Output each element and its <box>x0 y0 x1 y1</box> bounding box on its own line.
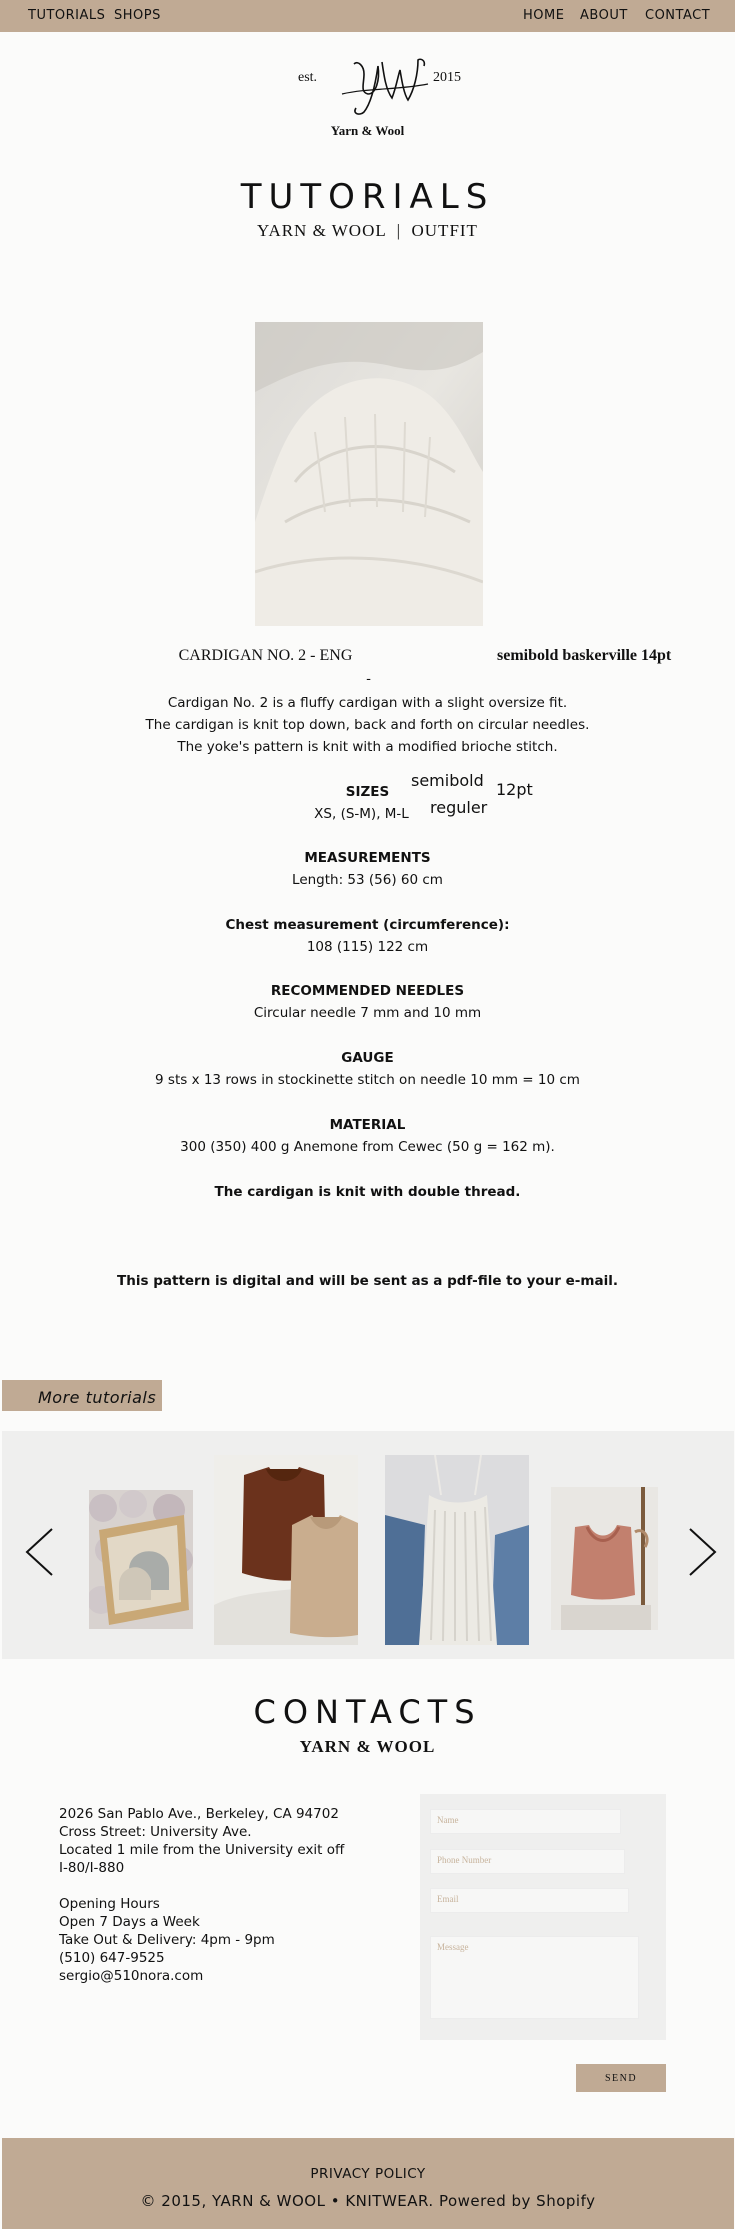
thread-note: The cardigan is knit with double thread. <box>214 1184 521 1200</box>
gauge-label: GAUGE <box>341 1050 394 1066</box>
message-input[interactable]: Message <box>430 1936 639 2019</box>
needles-value: Circular needle 7 mm and 10 mm <box>253 1005 482 1021</box>
nav-about[interactable]: ABOUT <box>580 8 628 23</box>
measurements-value: Length: 53 (56) 60 cm <box>292 872 443 888</box>
hours-days: Open 7 Days a Week <box>59 1914 200 1930</box>
page-subtitle: YARN & WOOL | OUTFIT <box>257 221 478 240</box>
nav-tutorials[interactable]: TUTORIALS <box>28 8 105 23</box>
nav-home[interactable]: HOME <box>523 8 564 23</box>
address-line-2: Cross Street: University Ave. <box>59 1824 252 1840</box>
product-description-1: Cardigan No. 2 is a fluffy cardigan with… <box>167 695 568 711</box>
digital-note: This pattern is digital and will be sent… <box>117 1273 618 1289</box>
sizes-value: XS, (S-M), M-L <box>314 806 409 822</box>
product-description-3: The yoke's pattern is knit with a modifi… <box>177 739 558 755</box>
address-line-4: I-80/I-880 <box>59 1860 125 1876</box>
product-image[interactable] <box>255 322 483 626</box>
top-nav: TUTORIALS SHOPS HOME ABOUT CONTACT <box>0 0 735 32</box>
email-input[interactable]: Email <box>430 1888 629 1913</box>
contacts-subtitle: YARN & WOOL <box>299 1737 436 1756</box>
contact-form: Name Phone Number Email Message <box>420 1794 666 2040</box>
logo-est: est. <box>298 70 318 85</box>
tutorials-carousel <box>2 1431 734 1659</box>
annotation-size: 12pt <box>496 780 533 799</box>
contact-email[interactable]: sergio@510nora.com <box>59 1967 344 1985</box>
contact-info: 2026 San Pablo Ave., Berkeley, CA 94702 … <box>59 1805 344 1985</box>
address-line-3: Located 1 mile from the University exit … <box>59 1842 345 1858</box>
carousel-item-4[interactable] <box>551 1487 658 1630</box>
name-input[interactable]: Name <box>430 1809 621 1834</box>
hours-delivery: Take Out & Delivery: 4pm - 9pm <box>59 1932 275 1948</box>
annotation-regular: reguler <box>430 798 488 817</box>
annotation-title-font: semibold baskerville 14pt <box>497 647 672 664</box>
logo-year: 2015 <box>433 70 461 85</box>
phone-input[interactable]: Phone Number <box>430 1849 625 1874</box>
logo-monogram-icon[interactable] <box>338 50 430 120</box>
page-title: TUTORIALS <box>240 177 495 217</box>
product-dash: - <box>366 671 371 687</box>
nav-contact[interactable]: CONTACT <box>645 8 710 23</box>
gauge-value: 9 sts x 13 rows in stockinette stitch on… <box>155 1072 580 1088</box>
copyright: © 2015, YARN & WOOL • KNITWEAR. Powered … <box>140 2192 596 2210</box>
hours-title: Opening Hours <box>59 1896 160 1912</box>
carousel-item-1[interactable] <box>89 1490 193 1629</box>
footer: PRIVACY POLICY © 2015, YARN & WOOL • KNI… <box>2 2138 734 2229</box>
logo-brand: Yarn & Wool <box>330 123 405 138</box>
contact-phone[interactable]: (510) 647-9525 <box>59 1949 344 1967</box>
carousel-item-3[interactable] <box>385 1455 529 1645</box>
annotation-semibold: semibold <box>411 771 484 790</box>
chest-value: 108 (115) 122 cm <box>306 939 429 955</box>
chevron-left-icon[interactable] <box>24 1527 54 1577</box>
chest-label: Chest measurement (circumference): <box>225 917 510 933</box>
needles-label: RECOMMENDED NEEDLES <box>270 983 465 999</box>
material-value: 300 (350) 400 g Anemone from Cewec (50 g… <box>180 1139 555 1155</box>
chevron-right-icon[interactable] <box>688 1527 718 1577</box>
material-label: MATERIAL <box>329 1117 406 1133</box>
sizes-label: SIZES <box>345 784 390 800</box>
measurements-label: MEASUREMENTS <box>304 850 431 866</box>
nav-shops[interactable]: SHOPS <box>114 8 161 23</box>
address-line-1: 2026 San Pablo Ave., Berkeley, CA 94702 <box>59 1806 339 1822</box>
send-button[interactable]: SEND <box>576 2064 666 2092</box>
more-tutorials-button[interactable]: More tutorials <box>2 1380 162 1411</box>
product-description-2: The cardigan is knit top down, back and … <box>145 717 590 733</box>
contacts-title: CONTACTS <box>253 1693 482 1731</box>
privacy-policy-link[interactable]: PRIVACY POLICY <box>2 2166 734 2182</box>
carousel-item-2[interactable] <box>214 1455 358 1645</box>
